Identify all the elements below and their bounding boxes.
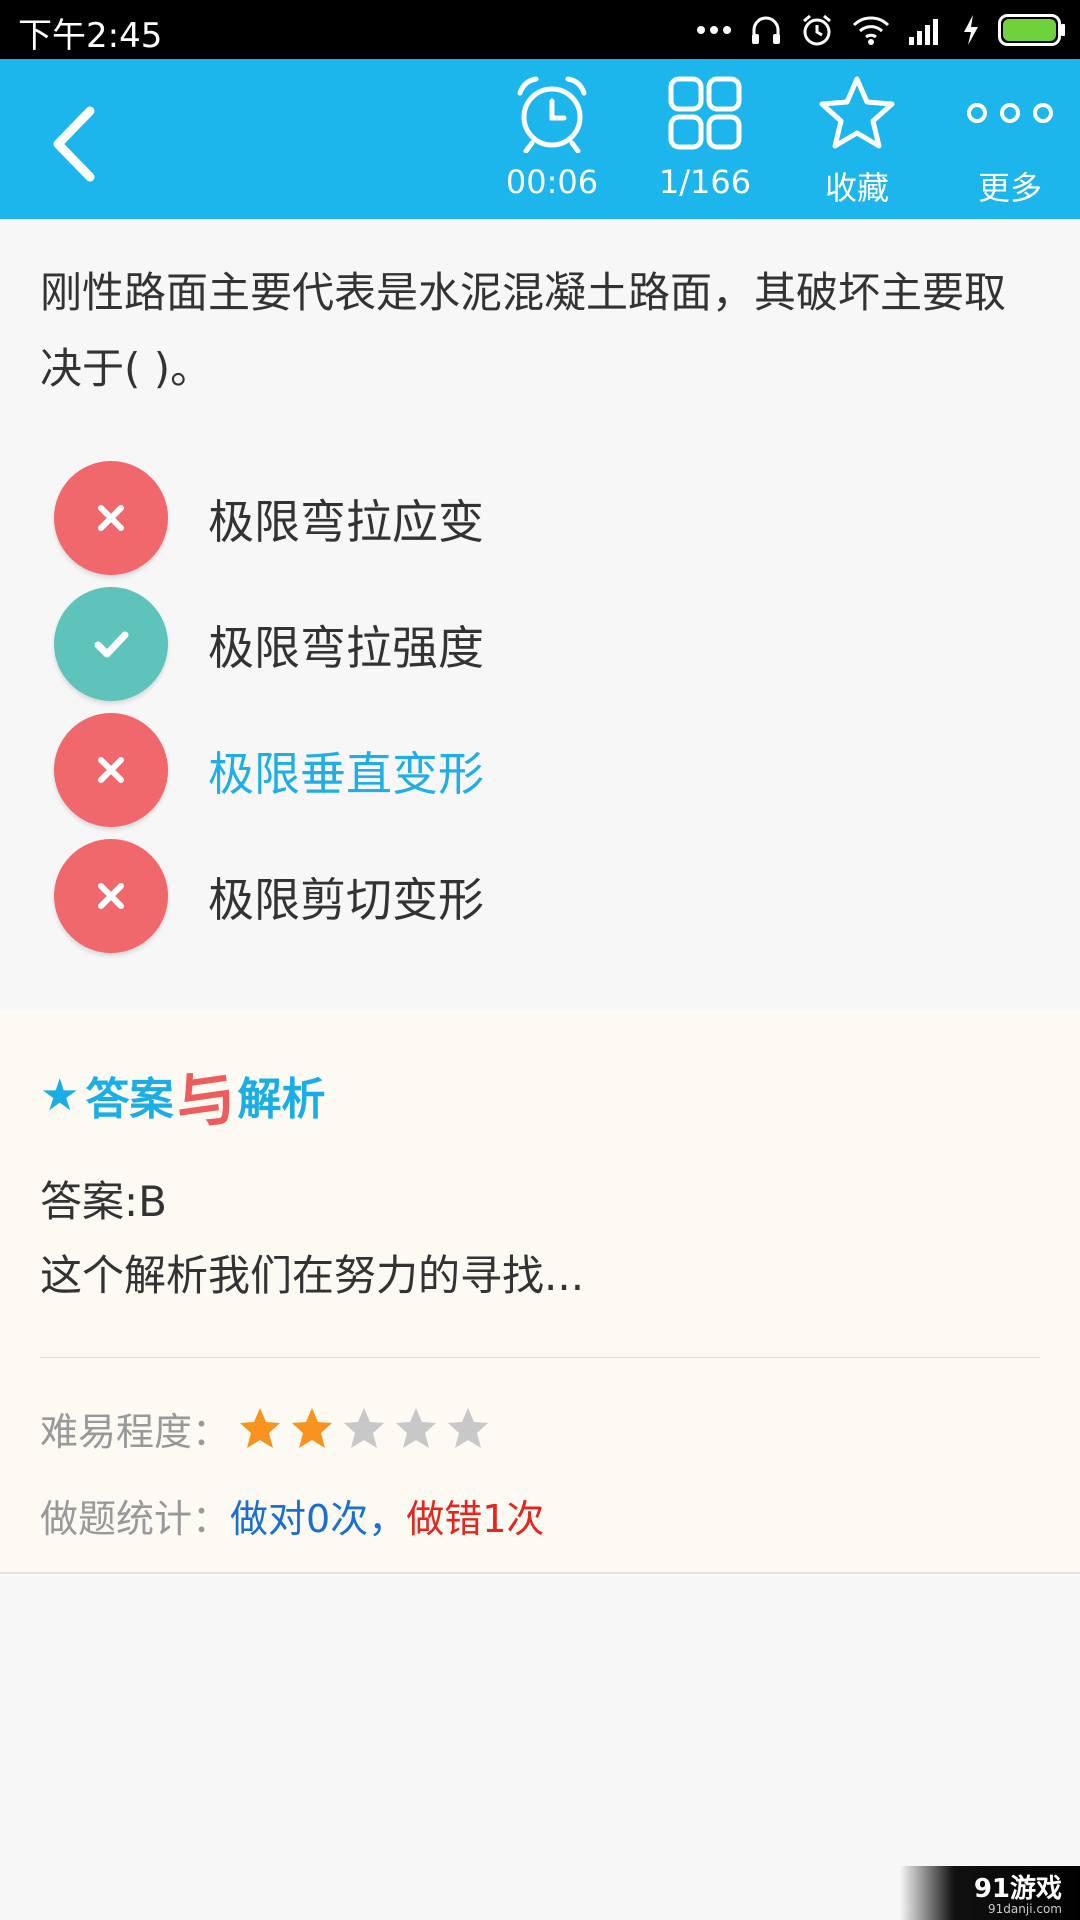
cross-icon [98, 883, 124, 909]
more-dots-icon [697, 26, 731, 34]
stats-separator: ， [368, 1497, 407, 1541]
favorite-button[interactable]: 收藏 [787, 73, 927, 213]
favorite-label: 收藏 [824, 169, 889, 207]
watermark: 91游戏 91danji.com [900, 1866, 1080, 1920]
stats-row: 做题统计：做对0次，做错1次 [40, 1488, 544, 1543]
alarm-icon [803, 14, 831, 46]
divider [40, 1357, 1040, 1358]
option-b-text: 极限弯拉强度 [208, 621, 484, 675]
status-bar: 下午2:45 [0, 0, 1080, 59]
option-d[interactable]: 极限剪切变形 [0, 836, 1080, 962]
analysis-title-answer: 答案 [85, 1074, 174, 1125]
option-a[interactable]: 极限弯拉应变 [0, 458, 1080, 584]
progress-button[interactable]: 1/166 [635, 73, 775, 213]
stats-label: 做题统计： [40, 1497, 231, 1541]
analysis-title: ★ 答案 与 解析 [40, 1060, 326, 1140]
stats-wrong: 做错1次 [406, 1497, 545, 1541]
difficulty-stars [238, 1406, 490, 1450]
wifi-icon [852, 16, 890, 45]
alarm-clock-icon [517, 76, 587, 153]
status-time: 下午2:45 [18, 16, 163, 56]
option-c-text: 极限垂直变形 [208, 747, 484, 801]
timer-button[interactable]: 00:06 [482, 73, 622, 213]
star-outline-icon [819, 76, 895, 149]
progress-label: 1/166 [658, 163, 752, 201]
answer-text: 答案:B [40, 1177, 167, 1226]
option-a-status [54, 461, 168, 575]
option-b-status [54, 587, 168, 701]
option-c[interactable]: 极限垂直变形 [0, 710, 1080, 836]
star-filled-icon [240, 1408, 281, 1448]
stats-correct: 做对0次 [230, 1497, 369, 1541]
option-d-text: 极限剪切变形 [208, 873, 484, 927]
analysis-title-and: 与 [171, 1061, 241, 1140]
back-arrow-icon [53, 106, 95, 182]
option-d-status [54, 839, 168, 953]
option-b[interactable]: 极限弯拉强度 [0, 584, 1080, 710]
headset-icon [752, 16, 780, 44]
star-empty-icon [396, 1408, 437, 1448]
status-icons [696, 10, 1066, 50]
option-c-status [54, 713, 168, 827]
option-a-text: 极限弯拉应变 [208, 495, 484, 549]
signal-icon [909, 19, 938, 45]
more-label: 更多 [977, 169, 1042, 207]
analysis-panel: ★ 答案 与 解析 答案:B 这个解析我们在努力的寻找... 难易程度： 做题统… [0, 1010, 1080, 1574]
explanation-text: 这个解析我们在努力的寻找... [40, 1251, 585, 1300]
grid-icon [668, 76, 742, 150]
star-icon: ★ [40, 1069, 80, 1121]
back-button[interactable] [40, 99, 110, 189]
battery-icon [998, 14, 1065, 46]
charging-icon [964, 15, 978, 45]
more-button[interactable]: 更多 [940, 73, 1080, 213]
cross-icon [98, 505, 124, 531]
question-text: 刚性路面主要代表是水泥混凝土路面，其破坏主要取决于( )。 [40, 268, 1007, 393]
difficulty-label: 难易程度： [40, 1409, 231, 1454]
star-filled-icon [292, 1408, 333, 1448]
check-icon [94, 631, 129, 658]
timer-label: 00:06 [505, 163, 599, 201]
cross-icon [98, 757, 124, 783]
star-empty-icon [344, 1408, 385, 1448]
watermark-brand: 91游戏 [973, 1874, 1062, 1904]
analysis-title-explain: 解析 [237, 1074, 326, 1125]
star-empty-icon [448, 1408, 489, 1448]
watermark-site: 91danji.com [988, 1902, 1062, 1916]
options-list: 极限弯拉应变 极限弯拉强度 极限垂直变形 极限剪切变形 [0, 458, 1080, 962]
difficulty-row: 难易程度： [40, 1398, 490, 1458]
app-toolbar: 00:06 1/166 收藏 更多 [0, 59, 1080, 219]
more-dots-icon [967, 103, 1053, 123]
